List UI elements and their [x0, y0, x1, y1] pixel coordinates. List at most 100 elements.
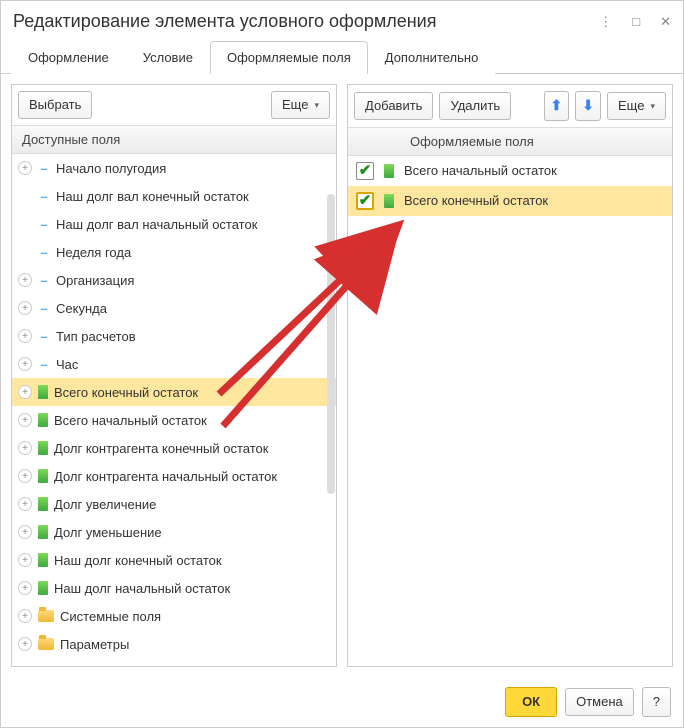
menu-icon[interactable]: ⋮: [599, 15, 612, 28]
list-item[interactable]: ✔ Всего начальный остаток: [348, 156, 672, 186]
expand-icon[interactable]: +: [18, 357, 32, 371]
label: Еще: [282, 96, 308, 114]
tree-row[interactable]: + Системные поля: [12, 602, 336, 630]
tree-row[interactable]: +Долг увеличение: [12, 490, 336, 518]
tree-row[interactable]: + Долг контрагента конечный остаток: [12, 434, 336, 462]
row-label: Долг контрагента начальный остаток: [54, 469, 330, 484]
available-fields-panel: Выбрать Еще▾ Доступные поля +–Начало пол…: [11, 84, 337, 667]
arrow-down-icon: ⬇: [582, 96, 594, 116]
no-expand: [18, 189, 32, 203]
row-label: Долг контрагента конечный остаток: [54, 441, 330, 456]
row-label: Всего конечный остаток: [54, 385, 330, 400]
checkbox[interactable]: ✔: [356, 192, 374, 210]
expand-icon[interactable]: +: [18, 441, 32, 455]
expand-icon[interactable]: +: [18, 385, 32, 399]
expand-icon[interactable]: +: [18, 525, 32, 539]
expand-icon[interactable]: +: [18, 161, 32, 175]
move-up-button[interactable]: ⬆: [544, 91, 570, 121]
field-resource-icon: [384, 164, 394, 178]
right-column-header: Оформляемые поля: [348, 127, 672, 156]
tree-row[interactable]: + Наш долг начальный остаток: [12, 574, 336, 602]
row-label: Всего начальный остаток: [404, 163, 664, 178]
body: Выбрать Еще▾ Доступные поля +–Начало пол…: [1, 74, 683, 677]
restore-icon[interactable]: □: [632, 15, 640, 28]
field-scalar-icon: –: [38, 245, 50, 260]
add-button[interactable]: Добавить: [354, 92, 433, 120]
ok-button[interactable]: ОК: [505, 687, 557, 717]
delete-button[interactable]: Удалить: [439, 92, 511, 120]
field-resource-icon: [38, 581, 48, 595]
tree-row[interactable]: +–Тип расчетов: [12, 322, 336, 350]
tree-row[interactable]: +–Организация: [12, 266, 336, 294]
expand-icon[interactable]: +: [18, 637, 32, 651]
field-scalar-icon: –: [38, 301, 50, 316]
more-button[interactable]: Еще▾: [271, 91, 330, 119]
row-label: Системные поля: [60, 609, 330, 624]
tab-additional[interactable]: Дополнительно: [368, 41, 496, 74]
window-title: Редактирование элемента условного оформл…: [13, 11, 436, 32]
cancel-button[interactable]: Отмена: [565, 688, 634, 716]
row-label: Наш долг вал начальный остаток: [56, 217, 330, 232]
tree-row[interactable]: +–Начало полугодия: [12, 154, 336, 182]
expand-icon[interactable]: +: [18, 553, 32, 567]
tree-row[interactable]: +–Час: [12, 350, 336, 378]
tab-label: Оформление: [28, 50, 109, 65]
field-resource-icon: [38, 497, 48, 511]
tab-condition[interactable]: Условие: [126, 41, 210, 74]
field-scalar-icon: –: [38, 273, 50, 288]
tree-row[interactable]: –Наш долг вал конечный остаток: [12, 182, 336, 210]
row-label: Секунда: [56, 301, 330, 316]
tree-row[interactable]: +Наш долг конечный остаток: [12, 546, 336, 574]
tree-row[interactable]: –Неделя года: [12, 238, 336, 266]
folder-icon: [38, 610, 54, 622]
expand-icon[interactable]: +: [18, 329, 32, 343]
select-button[interactable]: Выбрать: [18, 91, 92, 119]
field-resource-icon: [38, 385, 48, 399]
expand-icon[interactable]: +: [18, 301, 32, 315]
row-label: Начало полугодия: [56, 161, 330, 176]
tree-row[interactable]: + Долг контрагента начальный остаток: [12, 462, 336, 490]
field-scalar-icon: –: [38, 189, 50, 204]
move-down-button[interactable]: ⬇: [575, 91, 601, 121]
no-expand: [18, 245, 32, 259]
tree-row[interactable]: +–Секунда: [12, 294, 336, 322]
scrollbar[interactable]: [327, 194, 335, 494]
close-icon[interactable]: ✕: [660, 15, 671, 28]
expand-icon[interactable]: +: [18, 609, 32, 623]
expand-icon[interactable]: +: [18, 273, 32, 287]
row-label: Тип расчетов: [56, 329, 330, 344]
tab-fields[interactable]: Оформляемые поля: [210, 41, 368, 74]
selected-fields-list[interactable]: ✔ Всего начальный остаток ✔Всего конечный …: [348, 156, 672, 666]
list-item[interactable]: ✔Всего конечный остаток: [348, 186, 672, 216]
field-scalar-icon: –: [38, 217, 50, 232]
label: Еще: [618, 97, 644, 115]
tree-row[interactable]: + Параметры: [12, 630, 336, 658]
checkbox[interactable]: ✔: [356, 162, 374, 180]
tree-row[interactable]: +Долг уменьшение: [12, 518, 336, 546]
field-resource-icon: [38, 413, 48, 427]
row-label: Час: [56, 357, 330, 372]
field-resource-icon: [38, 469, 48, 483]
row-label: Параметры: [60, 637, 330, 652]
label: ?: [653, 693, 660, 711]
label: Добавить: [365, 97, 422, 115]
row-label: Всего начальный остаток: [54, 413, 330, 428]
expand-icon[interactable]: +: [18, 497, 32, 511]
tab-design[interactable]: Оформление: [11, 41, 126, 74]
help-button[interactable]: ?: [642, 687, 671, 717]
label: Выбрать: [29, 96, 81, 114]
available-fields-tree[interactable]: +–Начало полугодия–Наш долг вал конечный…: [12, 154, 336, 666]
tree-row[interactable]: –Наш долг вал начальный остаток: [12, 210, 336, 238]
more-button[interactable]: Еще▾: [607, 92, 666, 120]
expand-icon[interactable]: +: [18, 469, 32, 483]
tab-label: Условие: [143, 50, 193, 65]
row-label: Организация: [56, 273, 330, 288]
tabs: Оформление Условие Оформляемые поля Допо…: [1, 40, 683, 74]
expand-icon[interactable]: +: [18, 413, 32, 427]
tree-row[interactable]: + Всего начальный остаток: [12, 406, 336, 434]
row-label: Наш долг начальный остаток: [54, 581, 330, 596]
tree-row[interactable]: + Всего конечный остаток: [12, 378, 336, 406]
field-resource-icon: [38, 441, 48, 455]
expand-icon[interactable]: +: [18, 581, 32, 595]
footer: ОК Отмена ?: [1, 677, 683, 727]
